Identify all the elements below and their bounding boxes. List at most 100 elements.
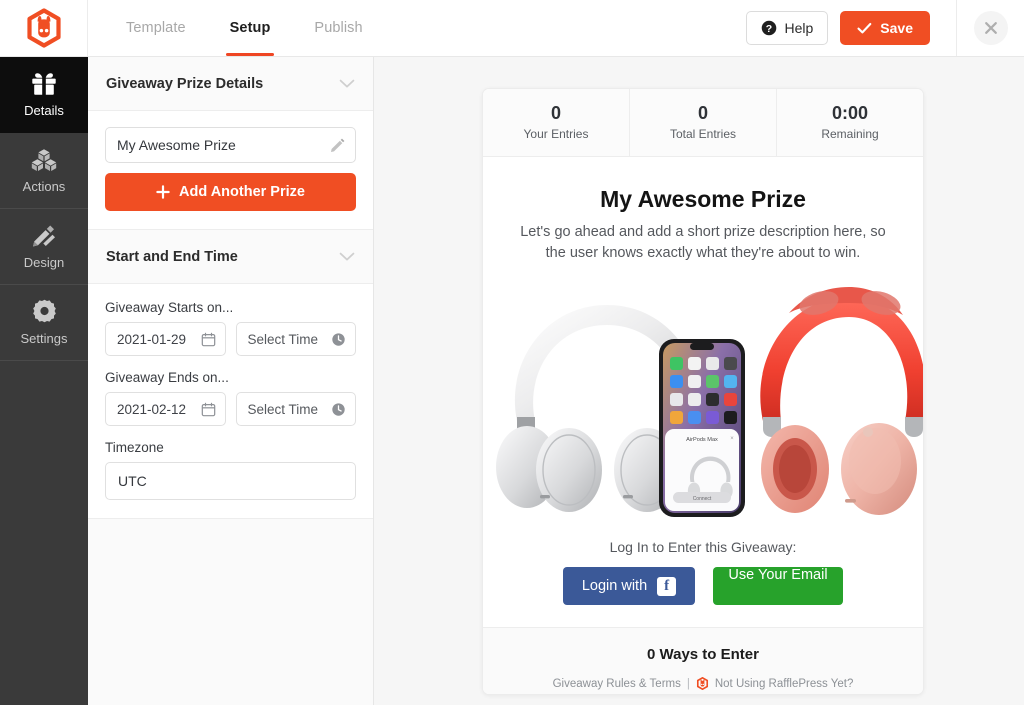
sidebar-item-actions[interactable]: Actions bbox=[0, 133, 88, 209]
end-date-value: 2021-02-12 bbox=[117, 401, 187, 417]
stat-your-entries: 0 Your Entries bbox=[483, 89, 630, 156]
sidebar-item-details[interactable]: Details bbox=[0, 57, 88, 133]
end-date-input[interactable]: 2021-02-12 bbox=[105, 392, 226, 426]
stat-remaining-label: Remaining bbox=[821, 126, 879, 141]
preview-stats-bar: 0 Your Entries 0 Total Entries 0:00 Rema… bbox=[483, 89, 923, 157]
prize-name-value: My Awesome Prize bbox=[117, 137, 236, 153]
sidebar-item-settings-label: Settings bbox=[20, 331, 68, 346]
clock-icon bbox=[332, 402, 345, 416]
help-button-label: Help bbox=[784, 20, 814, 36]
prize-details-section-header[interactable]: Giveaway Prize Details bbox=[88, 57, 373, 111]
pencil-ruler-icon bbox=[33, 225, 55, 246]
tab-publish-label: Publish bbox=[314, 20, 363, 36]
app-root: Template Setup Publish ? Help Save Detai… bbox=[0, 0, 1024, 705]
start-date-label: Giveaway Starts on... bbox=[105, 300, 234, 315]
preview-prize-title: My Awesome Prize bbox=[600, 185, 806, 212]
rafflepress-bunny-hexagon-logo-icon bbox=[26, 8, 61, 48]
sidebar-item-details-label: Details bbox=[24, 102, 64, 118]
preview-footer: Giveaway Rules & Terms | Not Using Raffl… bbox=[483, 663, 923, 694]
end-date-label: Giveaway Ends on... bbox=[105, 370, 229, 385]
email-login-label: Use Your Email bbox=[728, 567, 828, 583]
end-time-value: Select Time bbox=[247, 401, 319, 417]
sidebar-item-design-label: Design bbox=[23, 254, 65, 270]
preview-login-lead: Log In to Enter this Giveaway: bbox=[609, 539, 797, 555]
timezone-label: Timezone bbox=[105, 440, 164, 455]
gear-icon bbox=[32, 299, 56, 323]
rafflepress-hexagon-icon bbox=[696, 677, 708, 690]
timezone-input[interactable]: UTC bbox=[105, 462, 356, 500]
stat-remaining-value: 0:00 bbox=[831, 103, 869, 123]
preview-login-section: Log In to Enter this Giveaway: Login wit… bbox=[483, 533, 923, 627]
sidebar-nav: Details Actions Design Settings bbox=[0, 57, 88, 705]
svg-text:AirPods Max: AirPods Max bbox=[686, 437, 718, 443]
chevron-down-icon[interactable] bbox=[339, 79, 355, 89]
facebook-login-button[interactable]: Login with f bbox=[563, 567, 695, 605]
stat-your-entries-value: 0 bbox=[550, 103, 561, 123]
close-icon bbox=[984, 22, 997, 34]
tab-template[interactable]: Template bbox=[104, 0, 208, 56]
tab-template-label: Template bbox=[126, 20, 186, 36]
preview-prize-image: AirPods Max × Connect bbox=[483, 271, 923, 533]
calendar-icon bbox=[201, 332, 215, 346]
giveaway-preview-area: 0 Your Entries 0 Total Entries 0:00 Rema… bbox=[374, 57, 1024, 705]
chevron-down-icon[interactable] bbox=[339, 252, 355, 262]
save-button[interactable]: Save bbox=[840, 11, 930, 45]
pink-airpods-max bbox=[760, 287, 923, 515]
prize-details-section-body: My Awesome Prize Add Another Prize bbox=[88, 111, 373, 230]
close-button[interactable] bbox=[973, 11, 1008, 45]
footer-separator: | bbox=[686, 677, 690, 690]
calendar-icon bbox=[201, 402, 215, 416]
end-time-select[interactable]: Select Time bbox=[235, 392, 356, 426]
start-date-input[interactable]: 2021-01-29 bbox=[105, 322, 226, 356]
airpods-max-product-photo-icon: AirPods Max × Connect bbox=[496, 287, 923, 517]
svg-text:×: × bbox=[730, 436, 734, 442]
setup-form-panel: Giveaway Prize Details My Awesome Prize … bbox=[88, 57, 374, 705]
time-section-header[interactable]: Start and End Time bbox=[88, 230, 373, 284]
sidebar-item-design[interactable]: Design bbox=[0, 209, 88, 285]
add-another-prize-label: Add Another Prize bbox=[179, 184, 305, 200]
end-datetime-row: 2021-02-12 Select Time bbox=[105, 392, 356, 426]
help-button[interactable]: ? Help bbox=[745, 11, 829, 45]
timezone-value: UTC bbox=[118, 473, 147, 489]
stat-total-entries-value: 0 bbox=[697, 103, 708, 123]
giveaway-rules-link[interactable]: Giveaway Rules & Terms bbox=[553, 678, 681, 690]
rafflepress-promo-link[interactable]: Not Using RafflePress Yet? bbox=[715, 678, 854, 690]
svg-text:Connect: Connect bbox=[693, 496, 712, 502]
tab-setup-label: Setup bbox=[229, 20, 271, 36]
start-date-value: 2021-01-29 bbox=[117, 331, 187, 347]
plus-icon bbox=[156, 185, 170, 199]
start-time-value: Select Time bbox=[247, 331, 319, 347]
preview-login-buttons: Login with f Use Your Email bbox=[483, 567, 923, 627]
stat-remaining: 0:00 Remaining bbox=[777, 89, 923, 156]
prize-details-section-title: Giveaway Prize Details bbox=[106, 75, 264, 92]
top-bar-actions: ? Help Save bbox=[745, 0, 1024, 56]
iphone-device: AirPods Max × Connect bbox=[659, 339, 745, 517]
facebook-login-label: Login with bbox=[581, 578, 648, 594]
add-another-prize-button[interactable]: Add Another Prize bbox=[105, 173, 356, 211]
gift-icon bbox=[32, 72, 56, 95]
time-section-body: Giveaway Starts on... 2021-01-29 Select … bbox=[88, 284, 373, 519]
prize-name-field[interactable]: My Awesome Prize bbox=[105, 127, 356, 163]
top-bar: Template Setup Publish ? Help Save bbox=[0, 0, 1024, 57]
giveaway-preview-card: 0 Your Entries 0 Total Entries 0:00 Rema… bbox=[482, 88, 924, 695]
time-section-title: Start and End Time bbox=[106, 248, 238, 265]
stat-total-entries: 0 Total Entries bbox=[630, 89, 777, 156]
preview-ways-to-enter: 0 Ways to Enter bbox=[483, 627, 923, 663]
stat-total-entries-label: Total Entries bbox=[669, 126, 737, 141]
start-time-select[interactable]: Select Time bbox=[235, 322, 356, 356]
tab-publish[interactable]: Publish bbox=[292, 0, 384, 56]
tab-setup[interactable]: Setup bbox=[208, 0, 293, 56]
stat-your-entries-label: Your Entries bbox=[523, 126, 589, 141]
clock-icon bbox=[332, 332, 345, 346]
pencil-icon[interactable] bbox=[330, 138, 345, 153]
preview-prize-description: Let's go ahead and add a short prize des… bbox=[520, 223, 886, 262]
main-tabs: Template Setup Publish bbox=[104, 0, 385, 56]
sidebar-item-settings[interactable]: Settings bbox=[0, 285, 88, 361]
question-circle-icon: ? bbox=[761, 20, 776, 36]
save-button-label: Save bbox=[880, 20, 913, 36]
cubes-icon bbox=[31, 148, 57, 171]
close-button-cell bbox=[956, 0, 1024, 56]
email-login-button[interactable]: Use Your Email bbox=[713, 567, 843, 605]
sidebar-item-actions-label: Actions bbox=[22, 178, 66, 194]
app-logo[interactable] bbox=[0, 0, 88, 56]
